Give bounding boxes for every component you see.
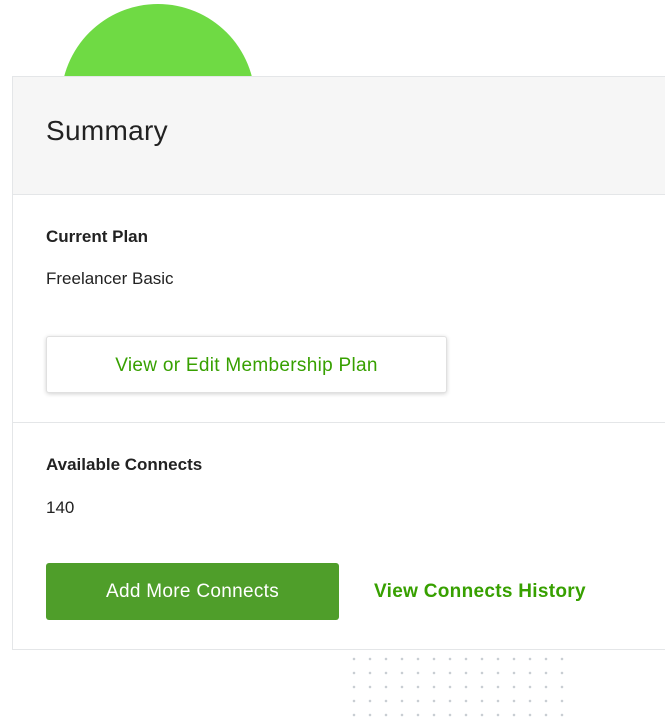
available-connects-label: Available Connects [46,455,203,474]
summary-header: Summary [13,77,665,195]
summary-card: Summary Current Plan Freelancer Basic Vi… [12,76,665,650]
available-connects-section: Available Connects 140 Add More Connects… [13,423,665,649]
current-plan-section: Current Plan Freelancer Basic View or Ed… [13,195,665,423]
current-plan-value: Freelancer Basic [46,269,174,288]
available-connects-value: 140 [46,498,75,517]
view-edit-membership-plan-button[interactable]: View or Edit Membership Plan [46,336,447,393]
current-plan-label: Current Plan [46,227,149,246]
add-more-connects-button[interactable]: Add More Connects [46,563,339,620]
view-connects-history-link[interactable]: View Connects History [374,563,586,620]
summary-title: Summary [46,115,168,146]
decorative-dot-grid [344,650,568,721]
